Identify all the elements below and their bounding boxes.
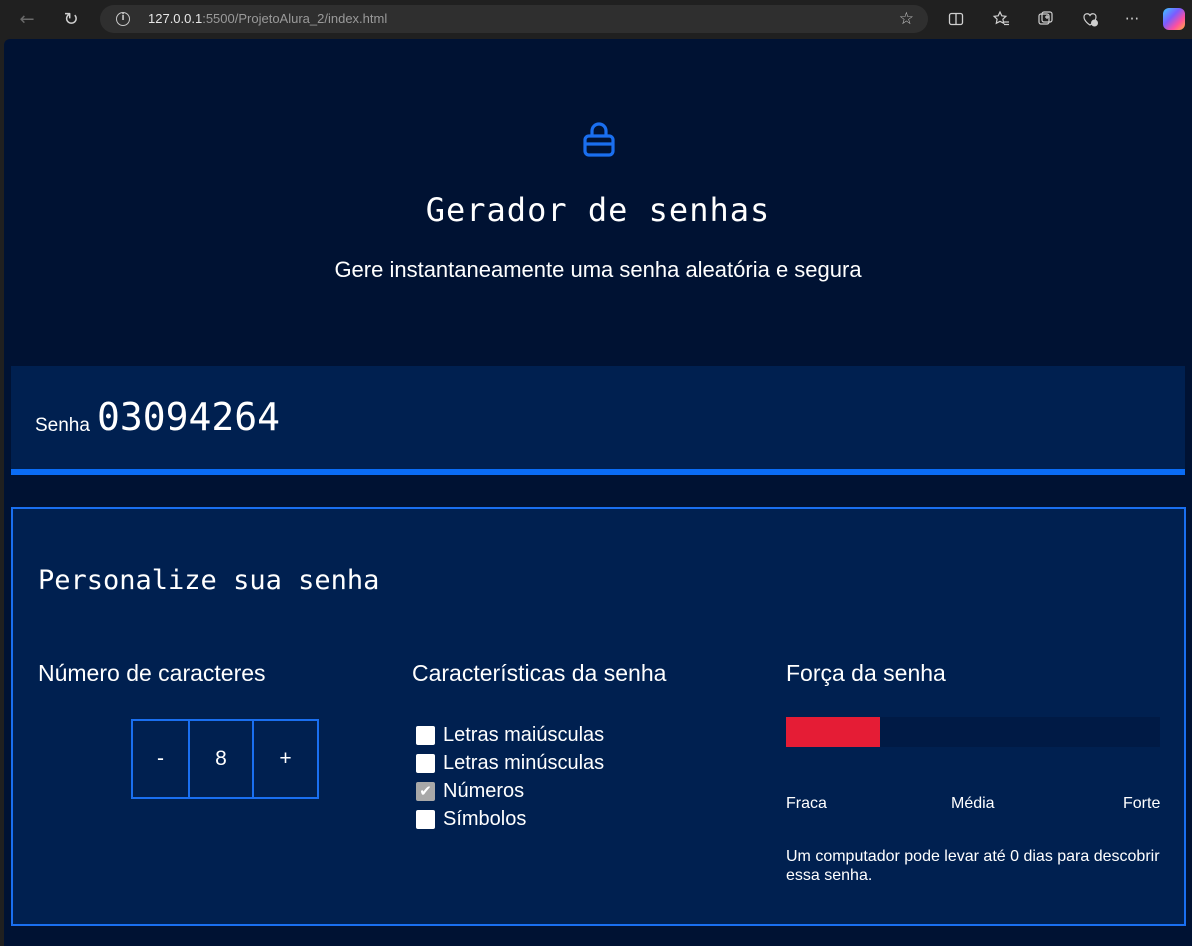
collections-icon[interactable] xyxy=(1035,8,1057,30)
url-text[interactable]: 127.0.0.1:5500/ProjetoAlura_2/index.html xyxy=(148,11,387,26)
option-symbols[interactable]: Símbolos xyxy=(416,805,604,833)
length-stepper: - 8 + xyxy=(131,719,319,799)
symbols-checkbox[interactable] xyxy=(416,809,435,829)
password-value[interactable]: 03094264 xyxy=(97,395,280,439)
option-label: Números xyxy=(443,779,525,802)
lock-icon xyxy=(583,122,615,157)
page-subtitle: Gere instantaneamente uma senha aleatóri… xyxy=(334,257,862,282)
split-screen-icon[interactable] xyxy=(945,8,967,30)
uppercase-checkbox[interactable] xyxy=(416,725,435,745)
option-label: Letras minúsculas xyxy=(443,751,605,774)
strength-meter-fill xyxy=(786,717,880,747)
favorites-icon[interactable] xyxy=(990,8,1012,30)
page-title: Gerador de senhas xyxy=(425,191,771,229)
option-label: Símbolos xyxy=(443,807,527,830)
strength-label-medium: Média xyxy=(951,795,995,812)
length-heading: Número de caracteres xyxy=(38,660,266,686)
strength-meter xyxy=(786,717,1160,747)
option-lowercase[interactable]: Letras minúsculas xyxy=(416,749,604,777)
numbers-checkbox[interactable]: ✔ xyxy=(416,781,435,801)
features-heading: Características da senha xyxy=(412,660,667,686)
browser-essentials-icon[interactable] xyxy=(1079,8,1101,30)
strength-label-weak: Fraca xyxy=(786,795,827,812)
crack-time-message: Um computador pode levar até 0 dias para… xyxy=(786,848,1160,884)
password-label: Senha xyxy=(35,415,90,436)
more-options-icon[interactable]: ··· xyxy=(1121,8,1143,30)
checkmark-icon: ✔ xyxy=(419,782,432,800)
customize-panel: Personalize sua senha Número de caracter… xyxy=(11,507,1186,926)
address-bar[interactable]: i 127.0.0.1:5500/ProjetoAlura_2/index.ht… xyxy=(100,5,928,33)
site-info-icon[interactable]: i xyxy=(116,12,130,26)
increase-button[interactable]: + xyxy=(254,721,317,797)
copilot-icon[interactable] xyxy=(1163,8,1185,30)
strength-heading: Força da senha xyxy=(786,660,946,686)
reload-icon[interactable]: ↻ xyxy=(59,7,83,31)
lowercase-checkbox[interactable] xyxy=(416,753,435,773)
browser-toolbar: ← ↻ i 127.0.0.1:5500/ProjetoAlura_2/inde… xyxy=(0,0,1192,38)
option-numbers[interactable]: ✔ Números xyxy=(416,777,604,805)
option-label: Letras maiúsculas xyxy=(443,723,605,746)
decrease-button[interactable]: - xyxy=(133,721,190,797)
page: Gerador de senhas Gere instantaneamente … xyxy=(4,39,1192,946)
favorite-star-icon[interactable]: ☆ xyxy=(899,9,914,29)
password-underline xyxy=(11,469,1185,475)
customize-title: Personalize sua senha xyxy=(38,565,380,596)
back-arrow-icon[interactable]: ← xyxy=(15,7,39,31)
length-value: 8 xyxy=(190,721,254,797)
strength-label-strong: Forte xyxy=(1123,795,1161,812)
option-uppercase[interactable]: Letras maiúsculas xyxy=(416,721,604,749)
features-list: Letras maiúsculas Letras minúsculas ✔ Nú… xyxy=(416,721,604,833)
